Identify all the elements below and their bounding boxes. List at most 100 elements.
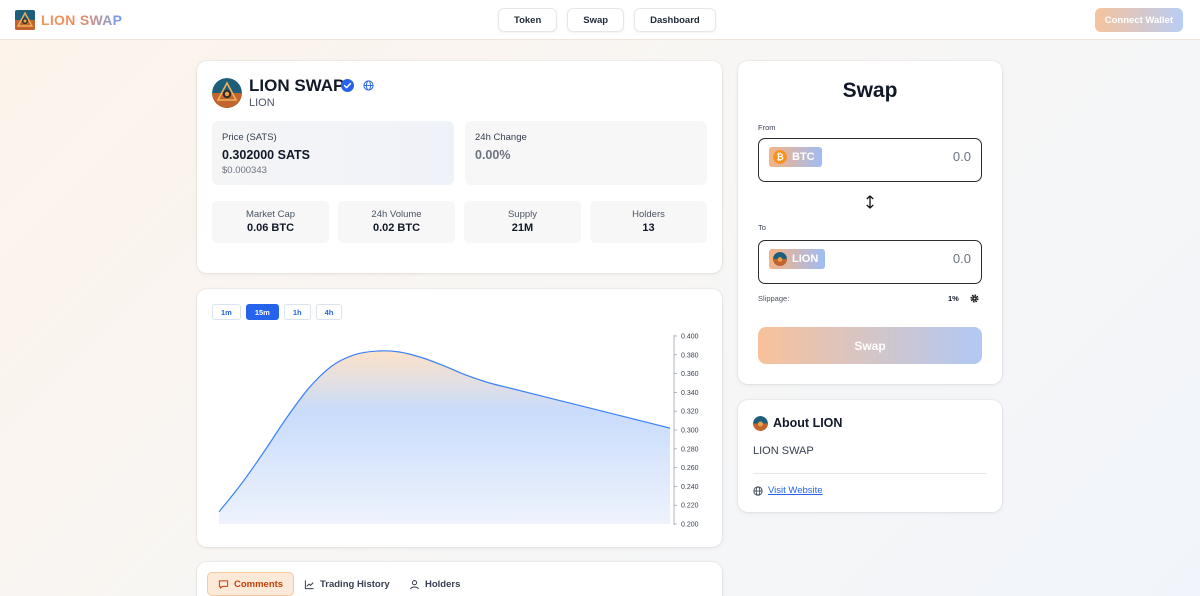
tab-trading-history[interactable]: Trading History <box>304 572 390 596</box>
swap-card: Swap From ₿ BTC 0.0 To LION 0.0 Slippage… <box>738 61 1002 384</box>
timeframe-1h-button[interactable]: 1h <box>283 304 311 320</box>
y-tick-label: 0.320 <box>681 409 699 416</box>
market-cap-value: 0.06 BTC <box>246 222 295 234</box>
holders-value: 13 <box>642 222 655 234</box>
brand-name: LION SWAP <box>41 12 123 28</box>
price-point <box>579 405 581 407</box>
price-point <box>444 365 446 367</box>
timeframe-selector: 1m 15m 1h 4h <box>212 304 343 320</box>
holders-box: Holders 13 <box>590 201 707 243</box>
visit-website-link[interactable]: Visit Website <box>768 485 823 496</box>
price-chart: 0.400 0.380 0.360 0.340 0.320 0.300 0.280 0.260… <box>218 334 699 529</box>
price-point <box>669 427 671 429</box>
bitcoin-icon: ₿ <box>773 150 787 164</box>
volume-value: 0.02 BTC <box>372 222 421 234</box>
y-tick-label: 0.340 <box>681 390 699 397</box>
y-tick-label: 0.240 <box>681 484 699 491</box>
from-token-selector[interactable]: ₿ BTC <box>769 147 822 167</box>
price-point <box>263 451 265 453</box>
user-icon <box>410 579 419 589</box>
price-point <box>398 351 400 353</box>
about-card: About LION LION SWAP Visit Website <box>738 400 1002 512</box>
swap-direction-icon[interactable] <box>864 195 876 209</box>
to-label: To <box>758 223 766 232</box>
brand[interactable]: LION SWAP <box>15 10 122 30</box>
slippage-label: Slippage: <box>758 294 790 303</box>
from-field[interactable]: ₿ BTC 0.0 <box>758 138 982 182</box>
timeframe-15m-button[interactable]: 15m <box>245 304 279 320</box>
supply-box: Supply 21M <box>464 201 581 243</box>
globe-icon[interactable] <box>363 80 374 91</box>
from-amount-input[interactable]: 0.0 <box>953 149 971 164</box>
comment-icon <box>218 579 229 589</box>
lion-logo-icon <box>15 10 35 30</box>
tab-comments[interactable]: Comments <box>207 572 295 596</box>
price-point <box>534 393 536 395</box>
nav-token-button[interactable]: Token <box>498 8 558 32</box>
nav-dashboard-button[interactable]: Dashboard <box>634 8 716 32</box>
gear-icon[interactable] <box>970 294 979 303</box>
globe-icon <box>753 486 763 496</box>
holders-label: Holders <box>632 209 665 220</box>
y-tick-label: 0.360 <box>681 371 699 378</box>
token-symbol: LION <box>249 97 275 109</box>
tab-holders-label: Holders <box>425 578 461 590</box>
nav-swap-button[interactable]: Swap <box>567 8 625 32</box>
lion-token-icon <box>773 252 787 266</box>
slippage-value: 1% <box>948 294 959 303</box>
price-point <box>556 399 558 401</box>
y-tick-label: 0.280 <box>681 446 699 453</box>
price-usd: $0.000343 <box>222 165 267 176</box>
tab-trading-history-label: Trading History <box>320 578 390 590</box>
supply-value: 21M <box>511 222 534 234</box>
price-chart-card: 0.400 0.380 0.360 0.340 0.320 0.300 0.280 0.260… <box>197 289 722 547</box>
to-token-selector[interactable]: LION <box>769 249 826 269</box>
y-tick-label: 0.200 <box>681 522 699 529</box>
main-nav: Token Swap Dashboard <box>498 8 716 32</box>
market-cap-label: Market Cap <box>245 209 296 220</box>
price-value: 0.302000 SATS <box>222 148 311 162</box>
connect-wallet-button[interactable]: Connect Wallet <box>1094 8 1183 32</box>
volume-label: 24h Volume <box>371 209 422 220</box>
to-token-symbol: LION <box>792 253 819 265</box>
market-cap-box: Market Cap 0.06 BTC <box>212 201 329 243</box>
about-description: LION SWAP <box>753 445 814 457</box>
divider <box>753 473 986 474</box>
price-area <box>219 350 670 524</box>
price-point <box>624 416 626 418</box>
token-avatar <box>212 78 242 108</box>
svg-text:₿: ₿ <box>776 152 783 163</box>
timeframe-4h-button[interactable]: 4h <box>315 304 343 320</box>
y-tick-label: 0.400 <box>681 334 699 341</box>
swap-title: Swap <box>842 79 898 102</box>
tab-comments-label: Comments <box>234 578 284 590</box>
change-value: 0.00% <box>475 148 511 162</box>
activity-tabs-card: Comments Trading History Holders <box>197 562 722 596</box>
to-field[interactable]: LION 0.0 <box>758 240 982 284</box>
price-point <box>601 410 603 412</box>
price-point <box>286 417 288 419</box>
y-tick-label: 0.380 <box>681 352 699 359</box>
lion-token-icon <box>753 416 768 431</box>
top-navigation-bar: LION SWAP Token Swap Dashboard Connect W… <box>0 0 1200 40</box>
price-point <box>421 357 423 359</box>
tab-holders[interactable]: Holders <box>409 572 460 596</box>
y-axis-ticks: 0.400 0.380 0.360 0.340 0.320 0.300 0.280 0.260… <box>674 334 699 529</box>
token-info-card: LION SWAP LION Price (SATS) 0.302000 SAT… <box>197 61 722 273</box>
y-tick-label: 0.260 <box>681 465 699 472</box>
volume-box: 24h Volume 0.02 BTC <box>338 201 455 243</box>
price-point <box>308 387 310 389</box>
to-amount-input[interactable]: 0.0 <box>953 251 971 266</box>
price-point <box>466 374 468 376</box>
price-point <box>646 421 648 423</box>
price-point <box>331 365 333 367</box>
timeframe-1m-button[interactable]: 1m <box>212 304 241 320</box>
price-point <box>511 388 513 390</box>
change-label: 24h Change <box>475 132 527 143</box>
price-point <box>489 382 491 384</box>
token-name: LION SWAP <box>249 76 345 95</box>
swap-button[interactable]: Swap <box>758 327 982 364</box>
price-point <box>376 350 378 352</box>
verified-check-icon <box>341 79 354 92</box>
supply-label: Supply <box>507 209 538 220</box>
